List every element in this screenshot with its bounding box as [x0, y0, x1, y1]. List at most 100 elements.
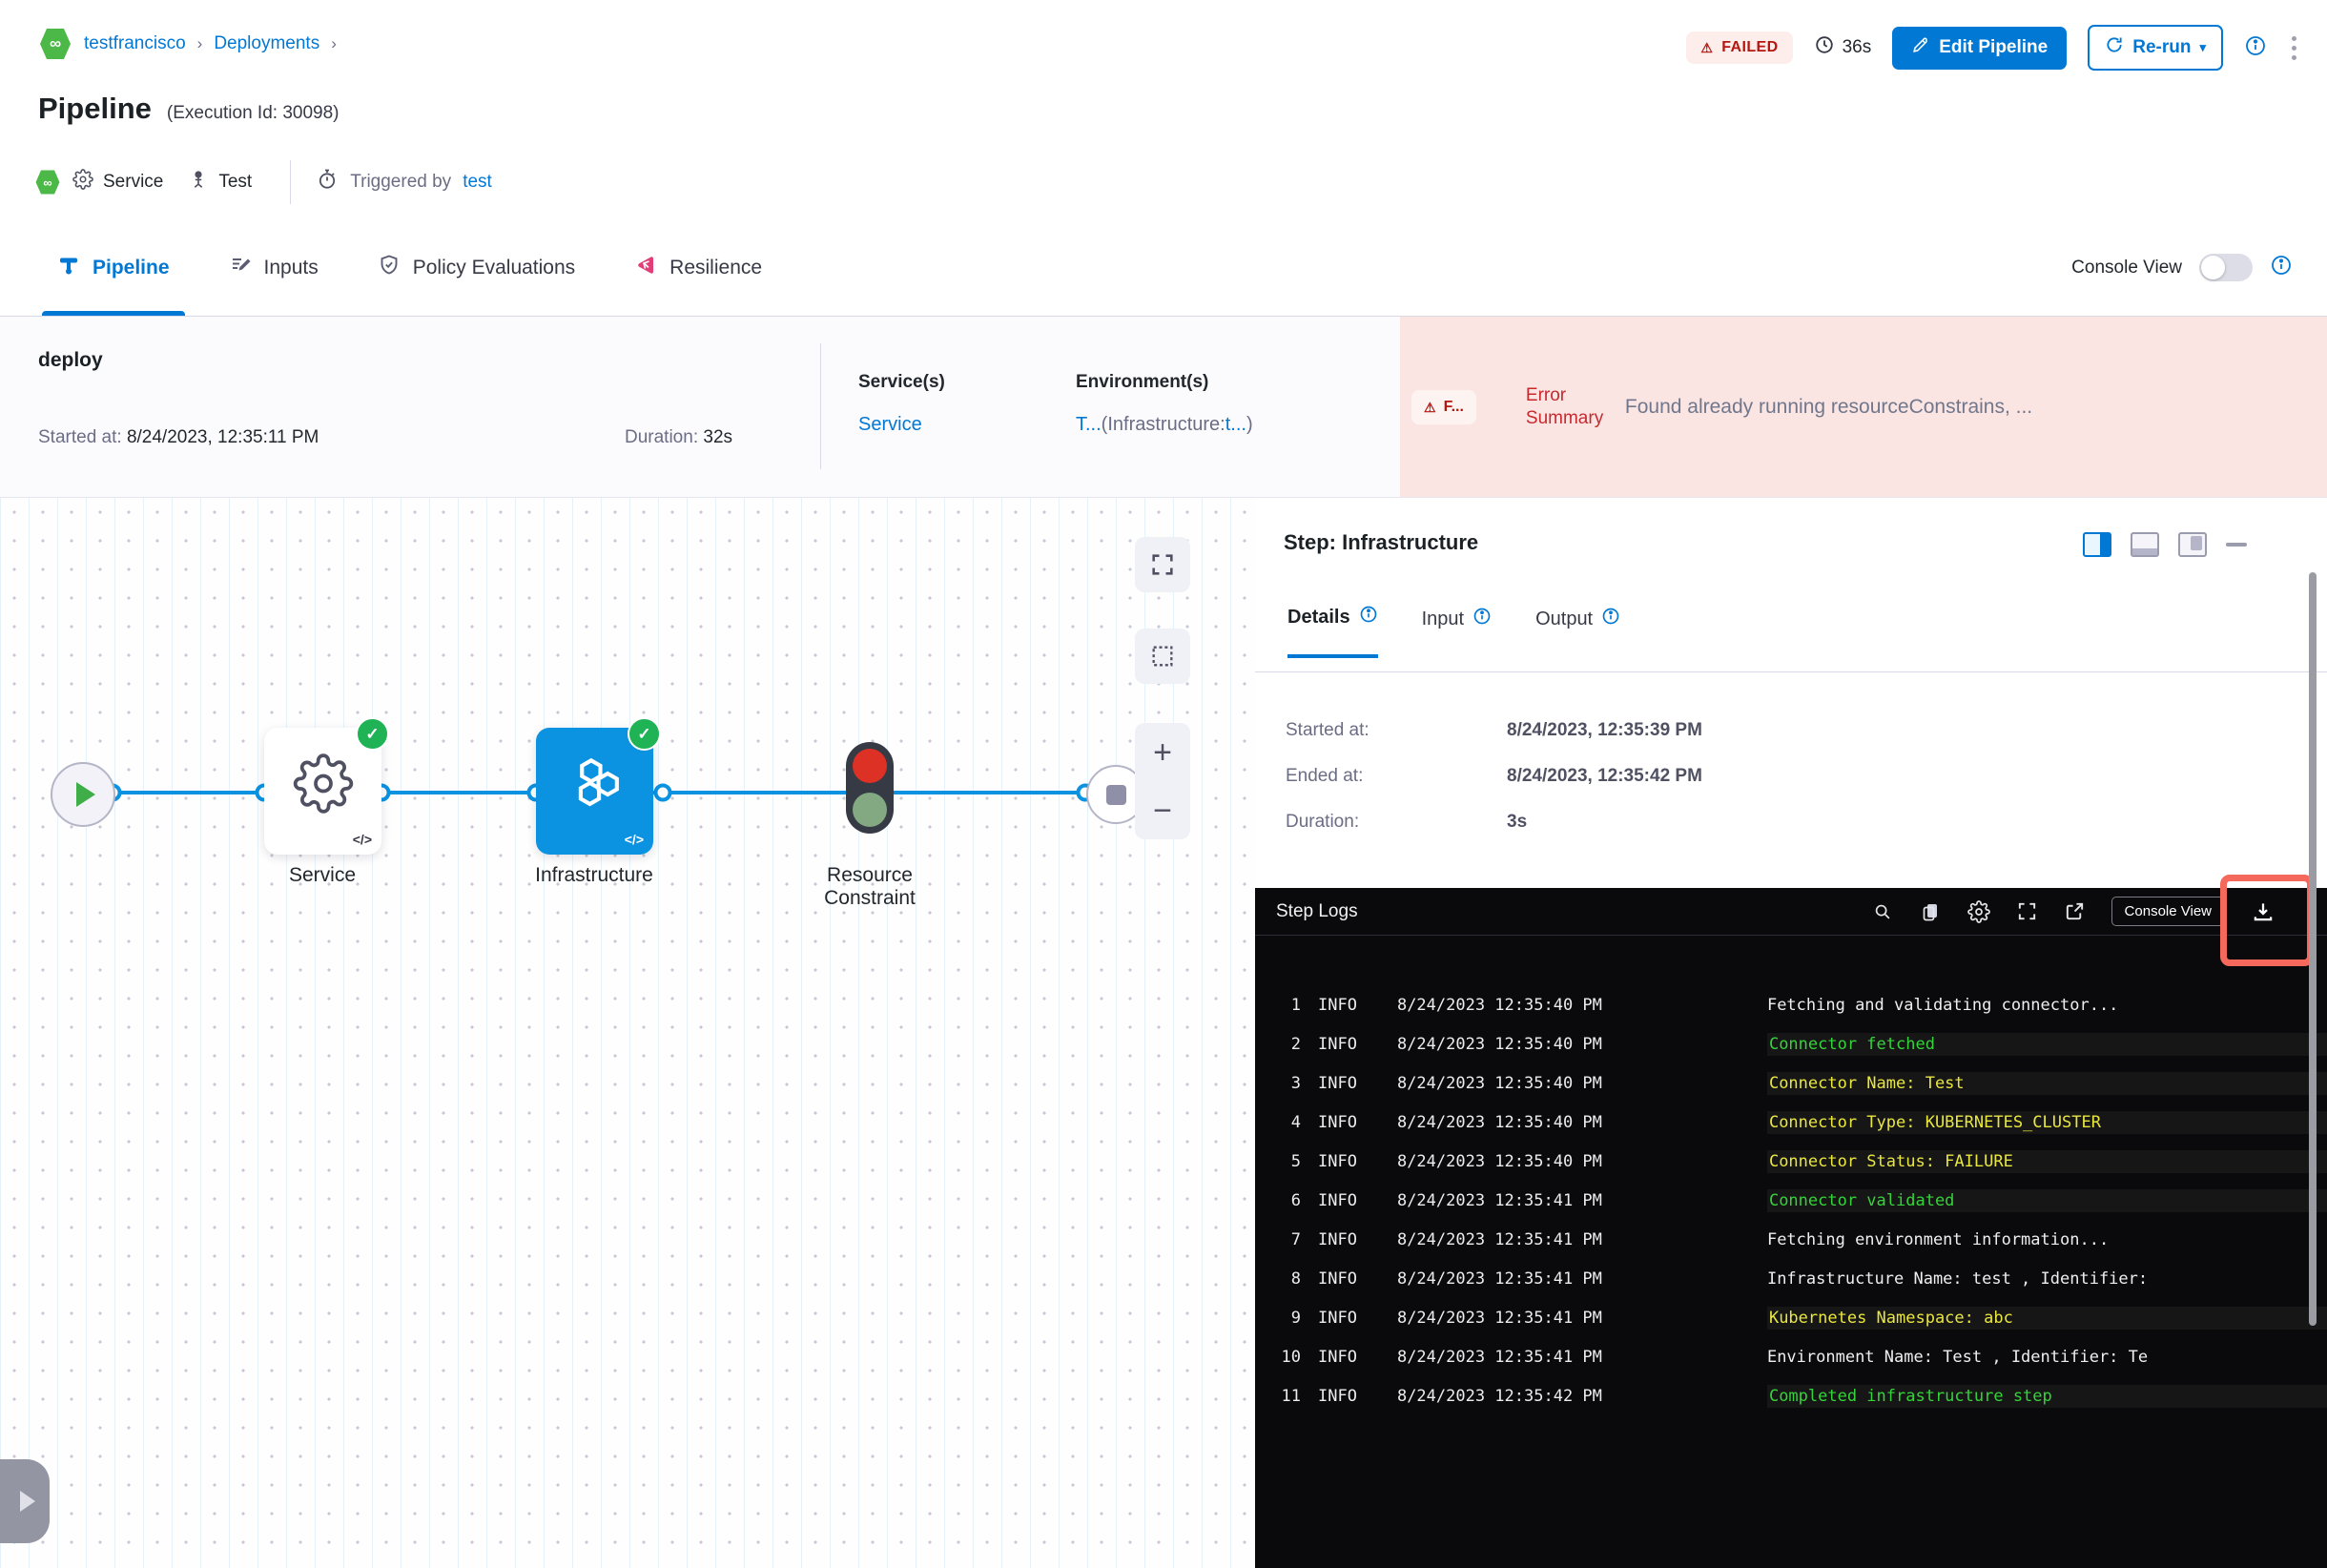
triggered-by-user-link[interactable]: test: [463, 172, 492, 193]
tab-input[interactable]: Input: [1422, 605, 1492, 658]
tab-details[interactable]: Details: [1287, 605, 1378, 658]
log-level: INFO: [1318, 1190, 1357, 1210]
tabs: Pipeline Inputs Policy Evaluations Resil…: [42, 219, 762, 316]
pencil-icon: [1911, 36, 1929, 60]
layout-floating-panel-icon[interactable]: [2178, 532, 2207, 557]
log-timestamp: 8/24/2023 12:35:41 PM: [1396, 1269, 1602, 1289]
log-line-number: 2: [1290, 1034, 1301, 1054]
detail-row-started: Started at: 8/24/2023, 12:35:39 PM: [1286, 708, 1702, 753]
copy-icon[interactable]: [1919, 900, 1942, 923]
pipeline-start-node[interactable]: [51, 762, 115, 827]
connector-dot: [653, 783, 672, 802]
infrastructure-node[interactable]: ✓ </>: [536, 717, 661, 855]
minimize-panel-icon[interactable]: [2226, 543, 2247, 547]
log-message: Connector Status: FAILURE: [1766, 1149, 2327, 1173]
infinity-glyph: ∞: [43, 175, 52, 190]
info-icon[interactable]: [1359, 605, 1378, 629]
canvas-marquee-select-button[interactable]: [1135, 629, 1190, 684]
stage-summary: deploy Started at: 8/24/2023, 12:35:11 P…: [0, 317, 1400, 497]
trigger-user-icon: [188, 169, 209, 196]
breadcrumb-deployments-link[interactable]: Deployments: [214, 33, 319, 54]
title-row: Pipeline (Execution Id: 30098): [38, 92, 340, 126]
service-node[interactable]: ✓ </>: [264, 717, 389, 855]
hexagons-icon: [564, 753, 627, 820]
service-link[interactable]: Service: [858, 414, 922, 435]
info-icon[interactable]: [2270, 254, 2293, 281]
open-in-new-icon[interactable]: [2064, 900, 2086, 922]
started-label: Started at:: [1286, 720, 1369, 740]
console-view-button[interactable]: Console View: [2111, 897, 2225, 926]
stage-name: deploy: [38, 349, 103, 371]
log-row: 11 INFO 8/24/2023 12:35:42 PM Completed inf…: [1255, 1376, 2327, 1415]
log-row: 7 INFO 8/24/2023 12:35:41 PM Fetching envir…: [1255, 1220, 2327, 1259]
gear-icon[interactable]: [1967, 899, 1990, 923]
zoom-out-button[interactable]: −: [1153, 794, 1172, 827]
service-name: Service: [103, 172, 164, 192]
started-value: 8/24/2023, 12:35:39 PM: [1507, 720, 1702, 740]
layout-right-panel-icon[interactable]: [2083, 532, 2111, 557]
download-logs-icon[interactable]: [2251, 899, 2276, 924]
harness-cd-module-icon: ∞: [34, 169, 61, 196]
step-logs-header: Step Logs Console View: [1255, 888, 2327, 936]
trigger-meta: Test: [188, 169, 252, 196]
refresh-icon: [2105, 35, 2124, 60]
tab-output[interactable]: Output: [1535, 605, 1620, 658]
panel-scrollbar[interactable]: [2309, 572, 2317, 1326]
tab-policy-evaluations[interactable]: Policy Evaluations: [378, 219, 575, 316]
step-panel-title: Step: Infrastructure: [1284, 530, 1479, 554]
play-icon: [76, 782, 95, 807]
panel-layout-controls: [2083, 532, 2247, 557]
edit-pipeline-label: Edit Pipeline: [1939, 37, 2049, 57]
log-line-number: 7: [1290, 1229, 1301, 1249]
tab-inputs[interactable]: Inputs: [229, 219, 319, 316]
triggered-by-label: Triggered by: [350, 172, 452, 192]
pipeline-canvas[interactable]: ✓ </> ✓ </> Service Infrastructure Resou…: [0, 498, 1256, 1568]
step-logs-title: Step Logs: [1276, 900, 1358, 921]
code-icon: </>: [624, 832, 644, 847]
divider: [290, 160, 292, 204]
info-icon[interactable]: [2244, 34, 2267, 62]
environments-column: Environment(s) T...(Infrastructure:t...): [1076, 372, 1253, 436]
log-row: 8 INFO 8/24/2023 12:35:41 PM Infrastructure…: [1255, 1259, 2327, 1298]
log-line-number: 9: [1290, 1308, 1301, 1328]
log-level: INFO: [1318, 1269, 1357, 1289]
resource-constraint-node[interactable]: [846, 742, 894, 834]
zoom-in-button[interactable]: +: [1153, 736, 1172, 769]
step-logs-body[interactable]: 1 INFO 8/24/2023 12:35:40 PM Fetching and v…: [1255, 936, 2327, 1415]
layout-bottom-panel-icon[interactable]: [2131, 532, 2159, 557]
tab-pipeline[interactable]: Pipeline: [42, 219, 185, 316]
info-icon[interactable]: [1601, 607, 1620, 631]
tab-resilience[interactable]: Resilience: [634, 219, 762, 316]
collapsed-nav-handle[interactable]: [0, 1459, 50, 1543]
log-message: Connector Name: Test: [1766, 1071, 2327, 1095]
warning-icon: ⚠: [1700, 40, 1714, 55]
canvas-fit-view-button[interactable]: [1135, 537, 1190, 592]
fullscreen-icon[interactable]: [2016, 900, 2038, 922]
search-icon[interactable]: [1872, 901, 1893, 922]
tab-label: Pipeline: [93, 256, 170, 279]
breadcrumb-project-link[interactable]: testfrancisco: [84, 33, 186, 54]
environment-link[interactable]: T...: [1076, 414, 1102, 435]
rerun-label: Re-run: [2132, 37, 2192, 57]
log-row: 4 INFO 8/24/2023 12:35:40 PM Connector Type…: [1255, 1103, 2327, 1142]
infra-prefix: (Infrastructure:: [1101, 414, 1225, 435]
pipeline-execution-page: ∞ testfrancisco › Deployments › Pipeline…: [0, 0, 2327, 1568]
code-icon: </>: [352, 832, 372, 847]
edit-pipeline-button[interactable]: Edit Pipeline: [1892, 26, 2068, 70]
log-timestamp: 8/24/2023 12:35:41 PM: [1396, 1229, 1602, 1249]
info-icon[interactable]: [1472, 607, 1492, 631]
log-timestamp: 8/24/2023 12:35:40 PM: [1396, 1112, 1602, 1132]
page-title: Pipeline: [38, 92, 152, 125]
step-logs-panel: Step Logs Console View 1 INFO 8/24/2023 …: [1255, 888, 2327, 1568]
log-timestamp: 8/24/2023 12:35:42 PM: [1396, 1386, 1602, 1406]
error-summary-message: Found already running resourceConstrains…: [1624, 395, 2033, 418]
warning-icon: ⚠: [1424, 399, 1436, 415]
more-options-icon[interactable]: [2288, 32, 2300, 64]
console-view-toggle[interactable]: [2199, 254, 2253, 281]
log-level: INFO: [1318, 1308, 1357, 1328]
success-check-icon: ✓: [356, 717, 389, 751]
infrastructure-link[interactable]: t...: [1225, 414, 1246, 435]
clock-icon: [1814, 34, 1835, 61]
log-level: INFO: [1318, 1347, 1357, 1367]
rerun-button[interactable]: Re-run ▾: [2088, 25, 2223, 71]
